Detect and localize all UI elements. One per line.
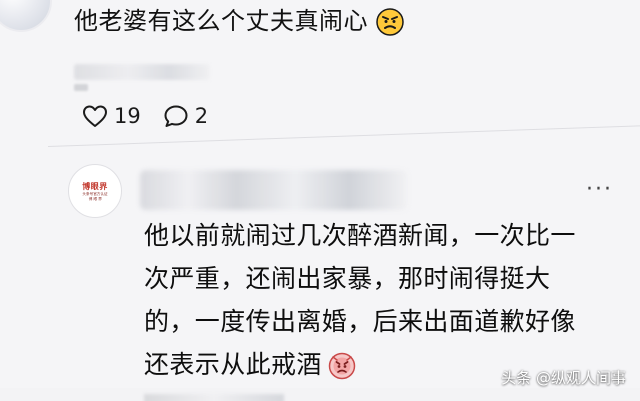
reply-line-last-text: 还表示从此戒酒 — [144, 350, 322, 379]
heart-icon — [83, 105, 107, 127]
reply-avatar-subtitle: 头条号官方认证 — [82, 190, 108, 196]
like-button[interactable]: 19 — [82, 104, 141, 128]
comment-text: 他老婆有这么个丈夫真闹心 — [74, 4, 614, 38]
divider — [48, 125, 640, 147]
reply-line: 他以前就闹过几次醉酒新闻，一次比一 — [144, 221, 576, 250]
like-count: 19 — [114, 104, 141, 128]
comment-meta-redacted — [74, 64, 210, 80]
reply-avatar[interactable]: 博眼界 头条号官方认证 博 眼 界 — [68, 164, 122, 218]
comment: 他老婆有这么个丈夫真闹心 — [74, 4, 614, 38]
angry-face-icon — [376, 8, 404, 36]
watermark: 头条 @纵观人间事 — [501, 369, 626, 387]
next-reply-redacted — [144, 394, 284, 401]
commenter-avatar[interactable] — [0, 0, 52, 32]
comment-meta-redacted-small — [74, 84, 88, 91]
comment-thread: 他老婆有这么个丈夫真闹心 19 2 博眼界 头条号官方认证 博 眼 界 ··· … — [0, 0, 640, 401]
comment-actions: 19 2 — [82, 104, 208, 128]
reply-avatar-subtitle-2: 博 眼 界 — [88, 195, 102, 201]
reply-line: 次严重，还闹出家暴，那时闹得挺大 — [144, 264, 551, 293]
reply-button[interactable]: 2 — [163, 104, 208, 128]
comment-body: 他老婆有这么个丈夫真闹心 — [74, 7, 368, 35]
bottom-edge — [0, 388, 640, 401]
reply-username-redacted — [140, 170, 408, 210]
reply-count: 2 — [194, 104, 209, 128]
more-options-button[interactable]: ··· — [586, 179, 622, 201]
reply-text: 他以前就闹过几次醉酒新闻，一次比一 次严重，还闹出家暴，那时闹得挺大 的，一度传… — [144, 214, 626, 386]
sad-face-sticker-icon — [328, 352, 356, 380]
reply-line: 的，一度传出离婚，后来出面道歉好像 — [144, 307, 576, 336]
reply-avatar-title: 博眼界 — [82, 181, 108, 191]
comment-bubble-icon — [164, 105, 188, 127]
